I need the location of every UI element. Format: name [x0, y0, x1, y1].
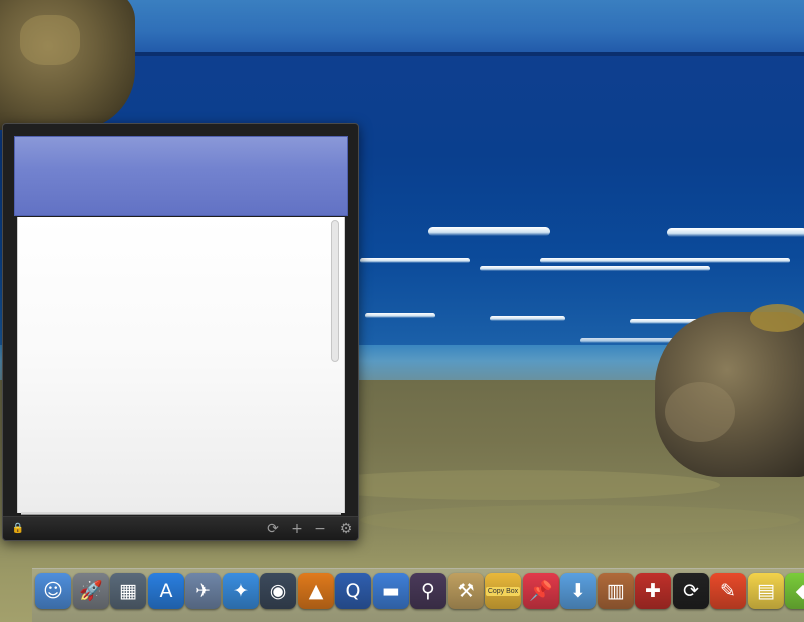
- dock-item-quicktime[interactable]: Q: [335, 573, 371, 609]
- vertical-scrollbar[interactable]: [331, 220, 339, 362]
- toolbox-icon: ✚: [645, 579, 661, 602]
- green-app-icon: ◆: [795, 579, 804, 602]
- add-button[interactable]: +: [288, 520, 306, 538]
- dock-item-pin-app[interactable]: 📌: [523, 573, 559, 609]
- sand-streak: [360, 505, 800, 535]
- dock-item-app-utility[interactable]: ⚒: [448, 573, 484, 609]
- eagle-icon: ✈: [195, 579, 211, 602]
- rock-formation-right: [655, 304, 804, 477]
- sticky-note-icon: ▤: [757, 579, 775, 602]
- dock-item-mission-control[interactable]: ▦: [110, 573, 146, 609]
- compass-icon: ✦: [233, 579, 249, 602]
- gear-icon: ⚙: [339, 521, 353, 537]
- dock-item-sync-app[interactable]: ⟳: [673, 573, 709, 609]
- panel-list-area[interactable]: [17, 217, 345, 513]
- dock-item-launchpad[interactable]: 🚀: [73, 573, 109, 609]
- wave: [540, 258, 790, 263]
- sand-streak: [300, 470, 720, 500]
- wave: [480, 266, 710, 271]
- wave: [428, 227, 550, 236]
- book-icon: ▥: [607, 579, 625, 602]
- wave: [667, 228, 804, 237]
- lock-icon[interactable]: 🔒: [9, 520, 27, 538]
- dock-item-toolbox-app[interactable]: ✚: [635, 573, 671, 609]
- plus-icon: +: [291, 521, 303, 537]
- tools-icon: ⚒: [457, 579, 475, 602]
- wave: [360, 258, 470, 263]
- dock-item-vlc[interactable]: ▲: [298, 573, 334, 609]
- rock-formation-left: [0, 0, 135, 130]
- minus-icon: −: [314, 521, 326, 537]
- quicktime-icon: Q: [345, 579, 361, 602]
- dock-item-app-store[interactable]: A: [148, 573, 184, 609]
- settings-button[interactable]: ⚙: [337, 520, 355, 538]
- wave: [490, 316, 565, 321]
- app-store-icon: A: [159, 579, 173, 602]
- sync-icon: ⟳: [683, 579, 699, 602]
- toggle-icon: ▬: [382, 579, 400, 602]
- remove-button[interactable]: −: [311, 520, 329, 538]
- camera-icon: ◉: [269, 579, 287, 602]
- dock-item-toggle-app[interactable]: ▬: [373, 573, 409, 609]
- dock-item-stickies[interactable]: ▤: [748, 573, 784, 609]
- circle-arrow-icon: ⟳: [267, 521, 279, 537]
- panel-header[interactable]: [14, 136, 348, 216]
- panel-toolbar: 🔒 ⟳ + − ⚙: [3, 516, 358, 540]
- finder-icon: ☺: [43, 579, 63, 602]
- traffic-cone-icon: ▲: [308, 579, 324, 602]
- windows-icon: ▦: [119, 579, 137, 602]
- wave: [365, 313, 435, 318]
- floating-panel[interactable]: 🔒 ⟳ + − ⚙: [2, 123, 359, 541]
- dock-item-alfred[interactable]: ⚲: [410, 573, 446, 609]
- notepad-icon: ✎: [720, 579, 736, 602]
- dock-item-downloads[interactable]: ⬇: [560, 573, 596, 609]
- dock-item-notes-app[interactable]: ✎: [710, 573, 746, 609]
- dock-item-safari[interactable]: ✦: [223, 573, 259, 609]
- download-arrow-icon: ⬇: [570, 579, 586, 602]
- dock-item-green-app[interactable]: ◆: [785, 573, 804, 609]
- dock-item-copy-box[interactable]: Copy Box: [485, 573, 521, 609]
- pushpin-icon: 📌: [529, 579, 553, 602]
- copy-box-icon: Copy Box: [485, 586, 521, 596]
- magnifier-hat-icon: ⚲: [421, 579, 435, 602]
- dock-item-book-app[interactable]: ▥: [598, 573, 634, 609]
- panel-list-bottom-edge: [21, 512, 341, 515]
- dock-item-facetime[interactable]: ◉: [260, 573, 296, 609]
- rocket-icon: 🚀: [79, 579, 103, 602]
- dock-item-preview[interactable]: ✈: [185, 573, 221, 609]
- history-button[interactable]: ⟳: [264, 520, 282, 538]
- dock-item-finder[interactable]: ☺: [35, 573, 71, 609]
